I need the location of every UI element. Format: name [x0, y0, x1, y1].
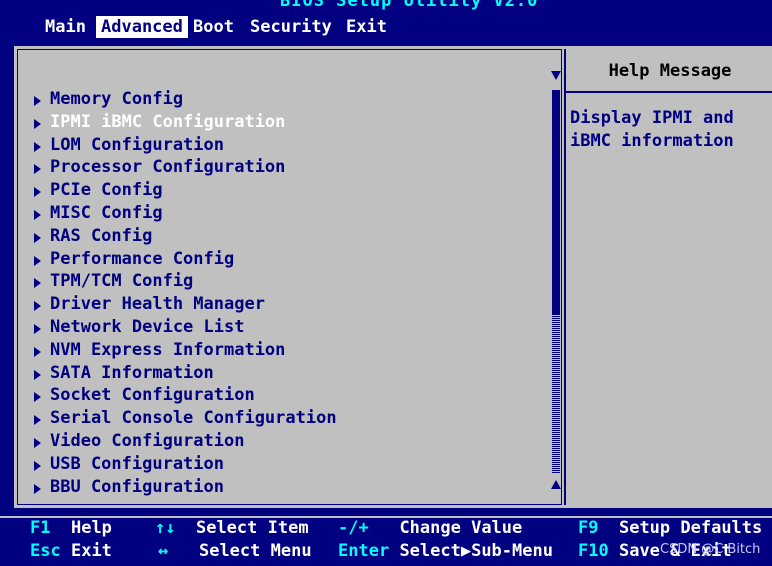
- hint-key: F10: [578, 541, 609, 561]
- tab-security[interactable]: Security: [245, 16, 337, 38]
- menu-item-serial-console-configuration[interactable]: Serial Console Configuration: [32, 407, 337, 430]
- watermark: CSDN @C Bitch: [660, 542, 761, 557]
- hint-esc-exit: Esc Exit: [30, 540, 112, 562]
- menu-item-tpm-tcm-config[interactable]: TPM/TCM Config: [32, 270, 337, 293]
- menu-item-network-device-list[interactable]: Network Device List: [32, 316, 337, 339]
- tab-advanced[interactable]: Advanced: [96, 16, 188, 38]
- tab-exit[interactable]: Exit: [341, 16, 392, 38]
- help-text: Display IPMI and iBMC information: [570, 108, 734, 151]
- hint-desc: Help: [70, 518, 112, 538]
- menu-item-label: BBU Configuration: [50, 476, 224, 497]
- menu-item-bbu-configuration[interactable]: BBU Configuration: [32, 476, 337, 499]
- menu-item-pcie-config[interactable]: PCIe Config: [32, 179, 337, 202]
- hint-desc: Select Menu: [198, 541, 312, 561]
- hint-setup-defaults: F9 Setup Defaults: [578, 517, 762, 539]
- menu-item-misc-config[interactable]: MISC Config: [32, 202, 337, 225]
- menu-item-label: Processor Configuration: [50, 157, 286, 178]
- hint-key: F1: [30, 518, 51, 538]
- menu-item-socket-configuration[interactable]: Socket Configuration: [32, 384, 337, 407]
- menu-item-label: USB Configuration: [50, 453, 224, 474]
- menu-item-label: NVM Express Information: [50, 339, 286, 360]
- hint-select-menu: ↔ Select Menu: [158, 540, 312, 562]
- triangle-right-icon: [34, 369, 41, 380]
- menu-item-label: IPMI iBMC Configuration: [50, 111, 286, 132]
- triangle-right-icon: [34, 301, 41, 312]
- hint-key: ↑↓: [155, 518, 176, 538]
- scroll-down-arrow-icon[interactable]: [551, 480, 561, 489]
- triangle-right-icon: [34, 141, 41, 152]
- menu-item-label: PCIe Config: [50, 180, 163, 201]
- hint-change-value: -/+ Change Value: [338, 517, 522, 539]
- triangle-right-icon: [34, 118, 41, 129]
- hint-desc: Select Item: [195, 518, 309, 538]
- menu-item-label: RAS Config: [50, 225, 153, 246]
- menu-item-label: SATA Information: [50, 362, 214, 383]
- title-bar: BIOS Setup Utility V2.0 Main Advanced Bo…: [0, 0, 772, 40]
- hint-desc: Exit: [70, 541, 112, 561]
- hint-key: Enter: [338, 541, 390, 561]
- hint-f1-help: F1 Help: [30, 517, 112, 539]
- menu-item-ipmi-ibmc-configuration[interactable]: IPMI iBMC Configuration: [32, 111, 337, 134]
- help-title: Help Message: [566, 49, 772, 93]
- triangle-right-icon: [34, 164, 41, 175]
- menu-item-label: Socket Configuration: [50, 385, 255, 406]
- hint-key: ↔: [158, 541, 169, 561]
- menu-item-label: MISC Config: [50, 202, 163, 223]
- scroll-up-arrow-icon[interactable]: [551, 71, 561, 80]
- menu-item-nvm-express-information[interactable]: NVM Express Information: [32, 339, 337, 362]
- triangle-right-icon: [34, 209, 41, 220]
- tab-boot[interactable]: Boot: [188, 16, 239, 38]
- hint-key: -/+: [338, 518, 369, 538]
- menu-item-label: Driver Health Manager: [50, 294, 265, 315]
- key-hints-footer: F1 Help Esc Exit ↑↓ Select Item ↔ Select…: [0, 508, 772, 566]
- hint-key: Esc: [30, 541, 61, 561]
- triangle-right-icon: [34, 96, 41, 106]
- menu-item-label: Memory Config: [50, 89, 184, 109]
- menu-item-video-configuration[interactable]: Video Configuration: [32, 430, 337, 453]
- menu-item-usb-configuration[interactable]: USB Configuration: [32, 453, 337, 476]
- menu-item-label: Network Device List: [50, 316, 245, 337]
- menu-list: Memory Config IPMI iBMC Configuration LO…: [32, 88, 337, 498]
- menu-item-performance-config[interactable]: Performance Config: [32, 248, 337, 271]
- triangle-right-icon: [34, 460, 41, 471]
- menu-item-sata-information[interactable]: SATA Information: [32, 362, 337, 385]
- menu-item-label: TPM/TCM Config: [50, 271, 194, 292]
- menu-item-processor-configuration[interactable]: Processor Configuration: [32, 156, 337, 179]
- menu-item-label: Performance Config: [50, 248, 235, 269]
- triangle-right-icon: [34, 278, 41, 289]
- triangle-right-icon: [34, 437, 41, 448]
- hint-select-item: ↑↓ Select Item: [155, 517, 309, 539]
- hint-select-sub-menu: Enter Select▶Sub-Menu: [338, 540, 553, 562]
- menu-item-lom-configuration[interactable]: LOM Configuration: [32, 134, 337, 157]
- menu-list-panel: Memory Config IPMI iBMC Configuration LO…: [17, 49, 562, 505]
- menu-item-label: LOM Configuration: [50, 134, 224, 155]
- scroll-track[interactable]: [552, 315, 560, 473]
- help-panel: Help Message Display IPMI and iBMC infor…: [564, 49, 772, 505]
- menu-item-label: Video Configuration: [50, 430, 245, 451]
- triangle-right-icon: [34, 232, 41, 243]
- triangle-right-icon: [34, 415, 41, 426]
- triangle-right-icon: [34, 483, 41, 494]
- hint-desc: Select▶Sub-Menu: [399, 541, 553, 561]
- hint-desc: Change Value: [399, 518, 523, 538]
- triangle-right-icon: [34, 323, 41, 334]
- triangle-right-icon: [34, 255, 41, 266]
- menu-item-label: Serial Console Configuration: [50, 408, 337, 429]
- tab-main[interactable]: Main: [40, 16, 91, 38]
- menu-item-memory-config[interactable]: Memory Config: [32, 88, 337, 111]
- scrollbar[interactable]: [550, 68, 562, 498]
- menu-item-driver-health-manager[interactable]: Driver Health Manager: [32, 293, 337, 316]
- triangle-right-icon: [34, 187, 41, 198]
- scroll-thumb[interactable]: [552, 90, 560, 315]
- menu-item-ras-config[interactable]: RAS Config: [32, 225, 337, 248]
- triangle-right-icon: [34, 392, 41, 403]
- triangle-right-icon: [34, 346, 41, 357]
- app-title: BIOS Setup Utility V2.0: [280, 0, 539, 11]
- hint-key: F9: [578, 518, 599, 538]
- main-panel: Memory Config IPMI iBMC Configuration LO…: [14, 46, 772, 508]
- hint-desc: Setup Defaults: [618, 518, 763, 538]
